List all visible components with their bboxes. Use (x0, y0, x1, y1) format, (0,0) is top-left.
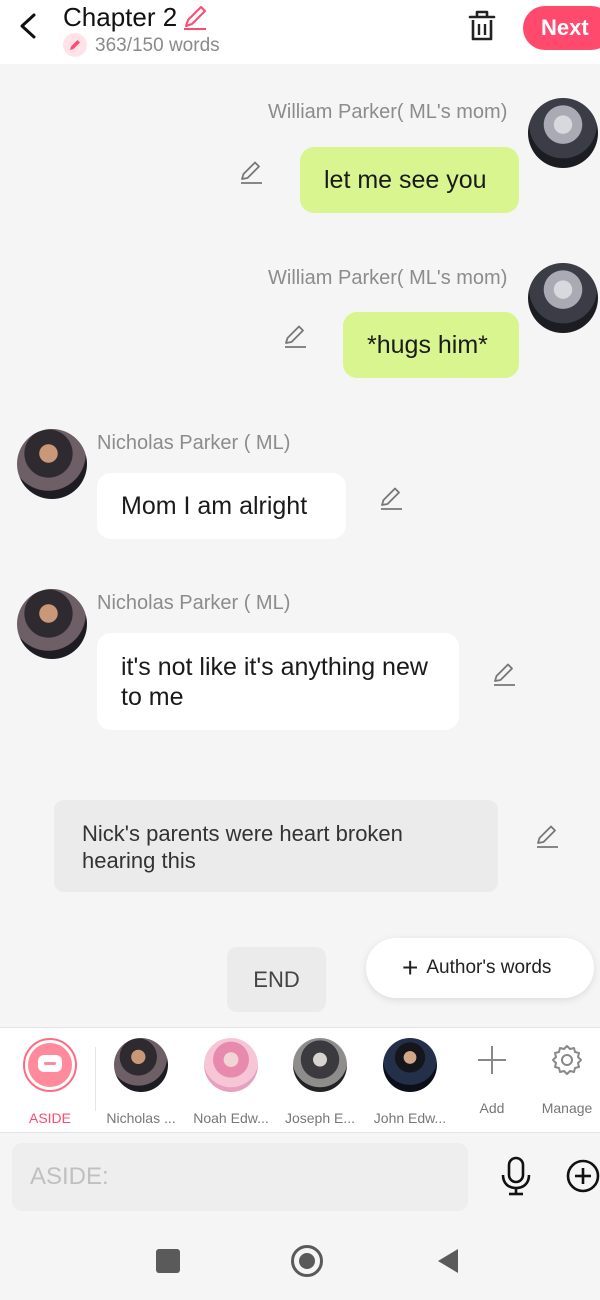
avatar (528, 263, 598, 333)
plus-icon: + (402, 952, 419, 983)
avatar (17, 429, 87, 499)
character-bar: ASIDE Nicholas ... Noah Edw... Joseph E.… (0, 1027, 600, 1133)
gear-icon (540, 1038, 594, 1082)
character-label: Noah Edw... (193, 1110, 269, 1126)
aside-selector[interactable]: ASIDE (7, 1038, 93, 1126)
speaker-name: Nicholas Parker ( ML) (97, 432, 291, 454)
recents-button[interactable] (156, 1249, 180, 1273)
avatar (528, 98, 598, 168)
back-icon[interactable] (14, 10, 44, 42)
edit-message-icon[interactable] (237, 158, 265, 186)
authors-words-button[interactable]: + Author's words (366, 938, 594, 998)
chapter-title: Chapter 2 (63, 2, 178, 32)
add-label: Add (479, 1100, 505, 1116)
character-label: Joseph E... (284, 1110, 356, 1126)
pencil-icon (63, 33, 87, 57)
avatar (204, 1038, 258, 1092)
home-button[interactable] (291, 1245, 323, 1277)
character-joseph[interactable]: Joseph E... (277, 1038, 363, 1126)
avatar (293, 1038, 347, 1092)
avatar (17, 589, 87, 659)
message-bubble[interactable]: it's not like it's anything new to me (97, 633, 459, 730)
edit-message-icon[interactable] (377, 484, 405, 512)
edit-message-icon[interactable] (490, 660, 518, 688)
next-button[interactable]: Next (523, 6, 600, 50)
back-button[interactable] (436, 1247, 460, 1275)
avatar (383, 1038, 437, 1092)
end-button[interactable]: END (227, 947, 326, 1012)
divider (95, 1047, 96, 1111)
plus-icon (465, 1038, 519, 1082)
message-bubble[interactable]: Mom I am alright (97, 473, 346, 539)
message-input[interactable] (12, 1143, 468, 1211)
aside-label: ASIDE (28, 1110, 71, 1126)
speaker-name: William Parker( ML's mom) (268, 267, 508, 289)
authors-words-label: Author's words (426, 957, 552, 978)
edit-title-icon[interactable] (180, 2, 210, 32)
speaker-name: Nicholas Parker ( ML) (97, 592, 291, 614)
character-noah[interactable]: Noah Edw... (188, 1038, 274, 1126)
avatar (114, 1038, 168, 1092)
manage-characters-button[interactable]: Manage (524, 1038, 600, 1116)
character-label: John Edw... (373, 1110, 447, 1126)
speaker-name: William Parker( ML's mom) (268, 101, 508, 123)
message-bubble[interactable]: *hugs him* (343, 312, 519, 378)
manage-label: Manage (541, 1100, 593, 1116)
character-john[interactable]: John Edw... (367, 1038, 453, 1126)
add-character-button[interactable]: Add (449, 1038, 535, 1116)
edit-message-icon[interactable] (533, 822, 561, 850)
character-nicholas[interactable]: Nicholas ... (98, 1038, 184, 1126)
character-label: Nicholas ... (106, 1110, 176, 1126)
aside-icon (23, 1038, 77, 1092)
message-bubble[interactable]: let me see you (300, 147, 519, 213)
microphone-icon[interactable] (499, 1156, 533, 1196)
edit-message-icon[interactable] (281, 322, 309, 350)
aside-bubble[interactable]: Nick's parents were heart broken hearing… (54, 800, 498, 892)
word-count: 363/150 words (95, 35, 220, 56)
trash-icon[interactable] (466, 8, 498, 44)
add-media-icon[interactable] (566, 1159, 600, 1193)
